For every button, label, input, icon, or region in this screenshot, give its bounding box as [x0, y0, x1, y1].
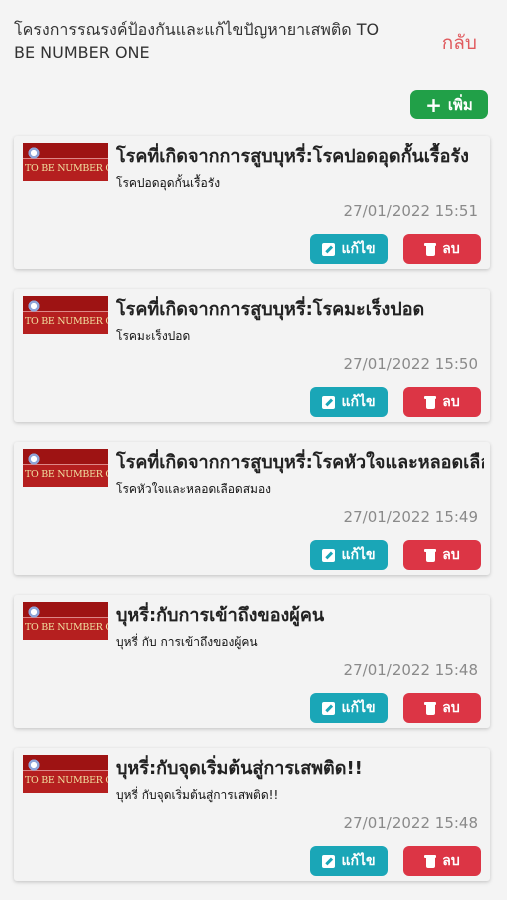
edit-icon — [322, 242, 336, 256]
delete-button-label: ลบ — [442, 547, 460, 563]
thumbnail-caption: TO BE NUMBER ONE — [25, 775, 108, 786]
edit-button-label: แก้ไข — [341, 853, 376, 869]
emblem-icon — [27, 299, 41, 313]
edit-button[interactable]: แก้ไข — [310, 387, 388, 417]
item-timestamp: 27/01/2022 15:49 — [343, 508, 478, 526]
list-item: TO BE NUMBER ONE บุหรี่:กับจุดเริ่มต้นสู… — [14, 748, 490, 881]
item-subtitle: บุหรี่ กับ การเข้าถึงของผู้คน — [116, 635, 258, 649]
delete-button[interactable]: ลบ — [403, 846, 481, 876]
list-item: TO BE NUMBER ONE โรคที่เกิดจากการสูบบุหร… — [14, 136, 490, 269]
item-thumbnail: TO BE NUMBER ONE — [23, 143, 108, 181]
edit-button[interactable]: แก้ไข — [310, 846, 388, 876]
item-title: บุหรี่:กับจุดเริ่มต้นสู่การเสพติด!! — [116, 758, 363, 779]
item-title: โรคที่เกิดจากการสูบบุหรี่:โรคมะเร็งปอด — [116, 299, 425, 320]
edit-icon — [322, 395, 336, 409]
delete-button[interactable]: ลบ — [403, 387, 481, 417]
item-timestamp: 27/01/2022 15:48 — [343, 661, 478, 679]
thumbnail-caption: TO BE NUMBER ONE — [25, 316, 108, 327]
item-timestamp: 27/01/2022 15:50 — [343, 355, 478, 373]
trash-icon — [424, 854, 437, 868]
add-button-label: เพิ่ม — [447, 95, 473, 114]
delete-button-label: ลบ — [442, 241, 460, 257]
item-timestamp: 27/01/2022 15:48 — [343, 814, 478, 832]
item-thumbnail: TO BE NUMBER ONE — [23, 296, 108, 334]
header: โครงการรณรงค์ป้องกันและแก้ไขปัญหายาเสพติ… — [0, 0, 507, 80]
item-thumbnail: TO BE NUMBER ONE — [23, 602, 108, 640]
list-item: TO BE NUMBER ONE บุหรี่:กับการเข้าถึงของ… — [14, 595, 490, 728]
item-subtitle: บุหรี่ กับจุดเริ่มต้นสู่การเสพติด!! — [116, 788, 279, 802]
delete-button[interactable]: ลบ — [403, 693, 481, 723]
item-timestamp: 27/01/2022 15:51 — [343, 202, 478, 220]
item-subtitle: โรคปอดอุดกั้นเรื้อรัง — [116, 176, 221, 190]
trash-icon — [424, 548, 437, 562]
thumbnail-caption: TO BE NUMBER ONE — [25, 163, 108, 174]
edit-button[interactable]: แก้ไข — [310, 540, 388, 570]
delete-button[interactable]: ลบ — [403, 540, 481, 570]
edit-button-label: แก้ไข — [341, 700, 376, 716]
edit-icon — [322, 548, 336, 562]
emblem-icon — [27, 452, 41, 466]
edit-button-label: แก้ไข — [341, 547, 376, 563]
item-title: บุหรี่:กับการเข้าถึงของผู้คน — [116, 605, 325, 626]
item-thumbnail: TO BE NUMBER ONE — [23, 449, 108, 487]
emblem-icon — [27, 146, 41, 160]
trash-icon — [424, 242, 437, 256]
delete-button-label: ลบ — [442, 853, 460, 869]
item-subtitle: โรคหัวใจและหลอดเลือดสมอง — [116, 482, 272, 496]
page-title: โครงการรณรงค์ป้องกันและแก้ไขปัญหายาเสพติ… — [14, 20, 380, 62]
trash-icon — [424, 395, 437, 409]
edit-button-label: แก้ไข — [341, 394, 376, 410]
item-title: โรคที่เกิดจากการสูบบุหรี่:โรคปอดอุดกั้นเ… — [116, 146, 469, 167]
back-button[interactable]: กลับ — [442, 28, 477, 58]
emblem-icon — [27, 758, 41, 772]
item-subtitle: โรคมะเร็งปอด — [116, 329, 191, 343]
thumbnail-caption: TO BE NUMBER ONE — [25, 469, 108, 480]
edit-button[interactable]: แก้ไข — [310, 234, 388, 264]
list-item: TO BE NUMBER ONE โรคที่เกิดจากการสูบบุหร… — [14, 289, 490, 422]
item-thumbnail: TO BE NUMBER ONE — [23, 755, 108, 793]
item-title: โรคที่เกิดจากการสูบบุหรี่:โรคหัวใจและหลอ… — [116, 452, 484, 473]
add-button[interactable]: + เพิ่ม — [410, 90, 488, 119]
edit-icon — [322, 854, 336, 868]
delete-button-label: ลบ — [442, 700, 460, 716]
list-item: TO BE NUMBER ONE โรคที่เกิดจากการสูบบุหร… — [14, 442, 490, 575]
emblem-icon — [27, 605, 41, 619]
edit-icon — [322, 701, 336, 715]
delete-button[interactable]: ลบ — [403, 234, 481, 264]
plus-icon: + — [425, 92, 442, 117]
delete-button-label: ลบ — [442, 394, 460, 410]
trash-icon — [424, 701, 437, 715]
edit-button-label: แก้ไข — [341, 241, 376, 257]
edit-button[interactable]: แก้ไข — [310, 693, 388, 723]
thumbnail-caption: TO BE NUMBER ONE — [25, 622, 108, 633]
